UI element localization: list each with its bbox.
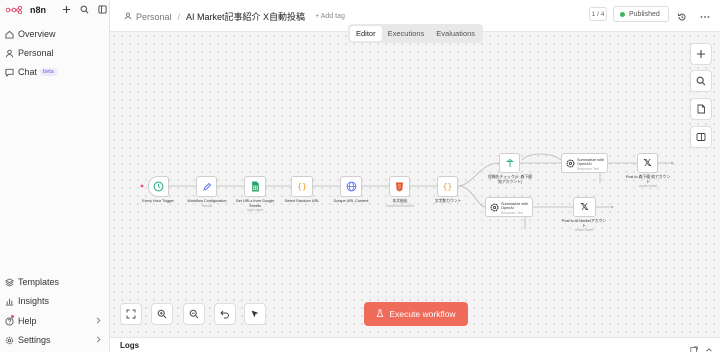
user-icon: [124, 12, 132, 22]
sidebar-item-label: Overview: [18, 29, 56, 39]
sidebar-item-label: Personal: [18, 48, 54, 58]
templates-icon: [4, 277, 14, 287]
popout-icon[interactable]: [690, 341, 698, 352]
node-select-random-url[interactable]: {}: [291, 176, 313, 197]
brand-name: n8n: [30, 5, 47, 15]
chevron-up-icon[interactable]: [705, 341, 713, 352]
code-icon: {}: [442, 182, 453, 191]
sidebar-item-label: Insights: [18, 296, 50, 306]
node-label: Every Hour Trigger: [142, 199, 174, 203]
more-options-icon[interactable]: [700, 9, 710, 19]
add-tag-button[interactable]: + Add tag: [315, 13, 345, 20]
clock-icon: [153, 181, 164, 192]
n8n-logo-icon: [6, 6, 23, 14]
breadcrumb-project[interactable]: Personal: [136, 12, 172, 22]
node-label: Summarize with OpenAI: [501, 202, 529, 211]
node-character-count[interactable]: {}: [437, 176, 458, 197]
version-pager[interactable]: 1 / 4: [589, 7, 607, 21]
home-icon: [4, 29, 14, 39]
x-icon: 𝕏: [580, 201, 589, 213]
sidebar-item-personal[interactable]: Personal: [4, 45, 106, 61]
collapse-sidebar-icon[interactable]: [96, 3, 108, 15]
chat-icon: [4, 67, 14, 77]
workflow-canvas[interactable]: Editor Executions Evaluations Execute wo…: [110, 24, 720, 337]
sidebar-item-templates[interactable]: Templates: [4, 274, 106, 290]
search-icon[interactable]: [78, 3, 90, 15]
sidebar-item-label: Help: [18, 316, 37, 326]
filter-icon: [506, 158, 513, 167]
openai-icon: [566, 159, 575, 167]
sidebar-item-chat[interactable]: Chat beta: [4, 64, 106, 80]
node-label: Select Random URL: [284, 199, 320, 203]
node-post-to-x-account-1[interactable]: 𝕏: [637, 153, 658, 173]
node-workflow-configuration[interactable]: [196, 176, 217, 197]
breadcrumb: Personal / AI Market記事紹介 X自動投稿 + Add tag: [124, 10, 345, 23]
sidebar-item-label: Settings: [18, 335, 51, 345]
chevron-right-icon: [95, 316, 102, 327]
node-get-urls-google-sheets[interactable]: [244, 176, 266, 197]
sidebar-item-help[interactable]: Help: [4, 313, 106, 329]
node-label: Post to 森下優 宛アカウント create: tweet: [625, 175, 671, 189]
node-label: Post to AI Marketアカウント create: tweet: [561, 219, 607, 233]
chevron-right-icon: [95, 335, 102, 346]
gear-icon: [4, 335, 14, 345]
node-extract-body[interactable]: [389, 176, 410, 197]
node-label: 投稿先チェック(X: 森下優 宛アカウント): [488, 175, 532, 184]
sidebar-item-label: Chat: [18, 67, 38, 77]
node-sub: Response: Text: [577, 166, 599, 171]
status-dot: [620, 11, 625, 17]
brand-logo[interactable]: n8n: [6, 4, 46, 16]
sheets-icon: [251, 181, 259, 192]
x-icon: 𝕏: [643, 157, 652, 169]
node-every-hour-trigger[interactable]: [148, 176, 169, 197]
node-post-to-x-account-2[interactable]: 𝕏: [573, 197, 596, 217]
logs-panel[interactable]: Logs: [110, 337, 720, 352]
node-label: 本文抽出 extractHtmlContent: [386, 199, 414, 208]
insights-icon: [4, 296, 14, 306]
user-icon: [4, 48, 14, 58]
sidebar-item-settings[interactable]: Settings: [4, 332, 106, 348]
logs-label: Logs: [120, 341, 140, 350]
code-icon: {}: [297, 182, 307, 191]
node-scrape-url-content[interactable]: [340, 176, 362, 197]
node-label: Summarize with OpenAI1: [577, 158, 605, 167]
help-icon: [4, 315, 14, 326]
sidebar-item-overview[interactable]: Overview: [4, 26, 106, 42]
workflow-title[interactable]: AI Market記事紹介 X自動投稿: [186, 10, 305, 23]
html-icon: [396, 182, 403, 191]
node-summarize-openai1[interactable]: Summarize with OpenAI1 Response: Text: [561, 153, 608, 173]
beta-badge: beta: [40, 68, 57, 76]
node-label: Workflow Configuration manual: [187, 199, 227, 208]
node-sub: Response: Text: [501, 210, 523, 215]
node-label: 文字数カウント: [434, 199, 462, 203]
history-icon[interactable]: [677, 9, 687, 21]
node-label: Scrape URL Content: [333, 199, 369, 203]
globe-icon: [346, 181, 356, 192]
sidebar: n8n Overview Personal Chat beta Template…: [0, 0, 110, 352]
node-summarize-openai[interactable]: Summarize with OpenAI Response: Text: [485, 197, 533, 217]
breadcrumb-separator: /: [177, 11, 181, 22]
status-label: Published: [629, 10, 660, 18]
published-status-button[interactable]: Published: [613, 6, 669, 22]
sidebar-item-insights[interactable]: Insights: [4, 293, 106, 309]
pen-icon: [202, 182, 211, 191]
node-post-destination-check[interactable]: [499, 153, 520, 173]
add-icon[interactable]: [60, 3, 72, 15]
openai-icon: [490, 203, 499, 211]
node-label: Get URLs from Google Sheets read: sheet: [235, 199, 275, 213]
sidebar-item-label: Templates: [18, 277, 60, 287]
